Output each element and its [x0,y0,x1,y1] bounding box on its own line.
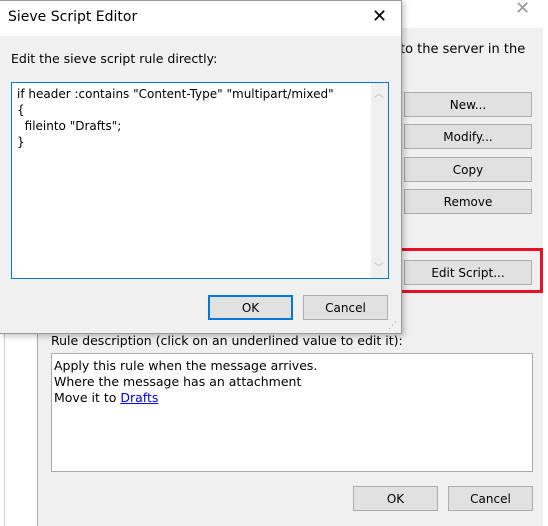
description-text: to the server in the [400,42,526,57]
resize-grip-icon[interactable]: ⋰ [388,321,397,331]
dialog-cancel-button[interactable]: Cancel [303,295,388,320]
copy-button[interactable]: Copy [404,157,532,182]
rule-description-label: Rule description (click on an underlined… [51,333,403,348]
sieve-script-editor-dialog: Sieve Script Editor ✕ Edit the sieve scr… [0,0,402,334]
close-icon[interactable]: ✕ [515,0,530,19]
dialog-label: Edit the sieve script rule directly: [11,51,218,66]
script-textarea[interactable]: if header :contains "Content-Type" "mult… [11,82,389,279]
scroll-up-icon[interactable]: ︿ [374,85,384,100]
remove-button[interactable]: Remove [404,189,532,214]
close-icon[interactable]: ✕ [372,6,387,27]
highlight-box [397,248,543,293]
rule-line: Where the message has an attachment [54,374,302,389]
dialog-ok-button[interactable]: OK [208,295,293,320]
cancel-button[interactable]: Cancel [448,486,533,511]
script-text: if header :contains "Content-Type" "mult… [17,87,334,149]
scrollbar[interactable] [371,83,388,278]
drafts-link[interactable]: Drafts [120,390,158,405]
dialog-title: Sieve Script Editor [8,9,138,25]
rule-line: Apply this rule when the message arrives… [54,358,318,373]
new-button[interactable]: New... [404,92,532,117]
right-edge [543,0,548,526]
ok-button[interactable]: OK [353,486,438,511]
modify-button[interactable]: Modify... [404,124,532,149]
scroll-down-icon[interactable]: ﹀ [374,259,384,274]
rule-line: Move it to [54,390,121,405]
rule-description-box[interactable]: Apply this rule when the message arrives… [51,353,533,472]
